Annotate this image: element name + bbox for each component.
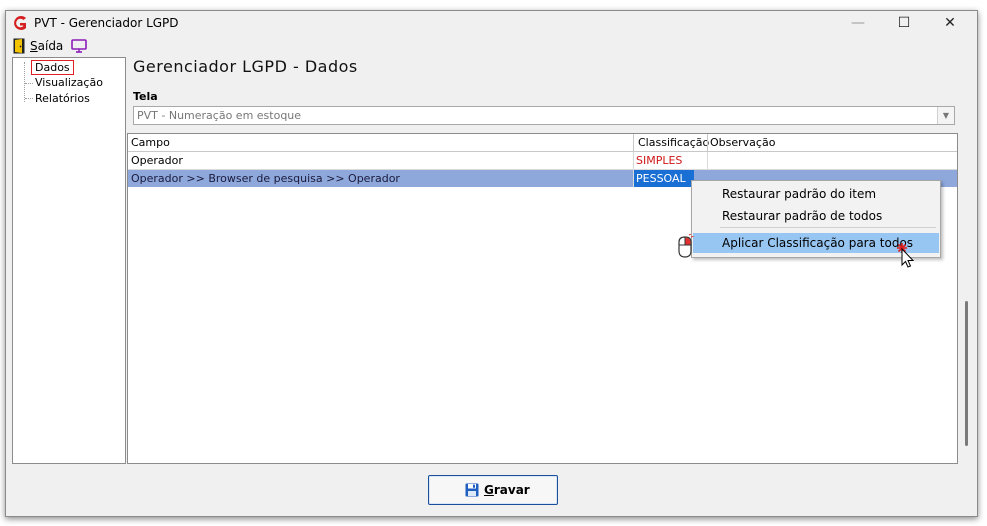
scrollbar-thumb[interactable] xyxy=(965,301,968,446)
menu-item-restaurar-item[interactable]: Restaurar padrão do item xyxy=(693,184,939,204)
cell-classificacao[interactable]: SIMPLES xyxy=(636,154,682,167)
nav-tree: Dados Visualização Relatórios xyxy=(12,57,126,464)
save-rest: ravar xyxy=(493,483,530,497)
menu-item-label: Aplicar Classificação para todos xyxy=(722,236,914,250)
tela-label: Tela xyxy=(133,90,158,103)
table-row[interactable]: Operador SIMPLES xyxy=(128,152,957,169)
vertical-scrollbar[interactable] xyxy=(958,133,974,462)
column-divider[interactable] xyxy=(633,134,634,151)
save-button-label: Gravar xyxy=(484,483,530,497)
floppy-disk-icon xyxy=(465,483,479,497)
page-title: Gerenciador LGPD - Dados xyxy=(133,57,358,76)
tree-tick xyxy=(25,83,33,84)
tree-guide-line xyxy=(24,62,25,102)
menu-item-label: Restaurar padrão de todos xyxy=(722,209,883,223)
save-button[interactable]: Gravar xyxy=(428,475,558,505)
menu-exit-accel: S xyxy=(30,39,38,53)
close-button[interactable]: ✕ xyxy=(928,11,972,36)
cell-campo: Operador >> Browser de pesquisa >> Opera… xyxy=(131,172,400,185)
maximize-button[interactable]: ☐ xyxy=(882,11,926,36)
tree-item-relatorios[interactable]: Relatórios xyxy=(35,92,90,105)
mouse-cursor-icon xyxy=(897,243,915,268)
tree-item-dados[interactable]: Dados xyxy=(31,60,74,75)
tree-tick xyxy=(25,98,33,99)
menu-item-label: Restaurar padrão do item xyxy=(722,187,877,201)
column-header-observacao[interactable]: Observação xyxy=(710,136,775,149)
screen-icon[interactable] xyxy=(70,38,88,54)
column-header-campo[interactable]: Campo xyxy=(131,136,170,149)
cell-classificacao[interactable]: PESSOAL xyxy=(636,172,686,185)
chevron-down-icon[interactable]: ▼ xyxy=(937,107,954,124)
menu-exit[interactable]: Saída xyxy=(30,39,63,53)
grid-header: Campo Classificação Observação xyxy=(128,134,957,152)
tela-select[interactable]: PVT - Numeração em estoque ▼ xyxy=(133,106,955,125)
title-bar: PVT - Gerenciador LGPD — ☐ ✕ xyxy=(6,11,977,36)
minimize-button[interactable]: — xyxy=(836,11,880,36)
exit-door-icon xyxy=(13,38,25,54)
window-title: PVT - Gerenciador LGPD xyxy=(34,16,179,30)
menu-separator xyxy=(720,227,936,228)
mouse-right-click-icon xyxy=(678,234,694,258)
column-header-classificacao[interactable]: Classificação xyxy=(638,136,709,149)
tela-select-value: PVT - Numeração em estoque xyxy=(137,109,302,122)
menu-bar: Saída xyxy=(6,36,977,56)
save-accel: G xyxy=(484,483,494,497)
column-divider xyxy=(633,152,634,187)
app-window: PVT - Gerenciador LGPD — ☐ ✕ Saída Dados… xyxy=(5,10,978,517)
column-divider[interactable] xyxy=(707,134,708,151)
cell-campo: Operador xyxy=(131,154,183,167)
menu-item-restaurar-todos[interactable]: Restaurar padrão de todos xyxy=(693,206,939,226)
app-logo-icon xyxy=(14,16,26,30)
menu-exit-rest: aída xyxy=(37,39,64,53)
column-divider xyxy=(707,152,708,169)
tree-item-visualizacao[interactable]: Visualização xyxy=(35,76,103,89)
